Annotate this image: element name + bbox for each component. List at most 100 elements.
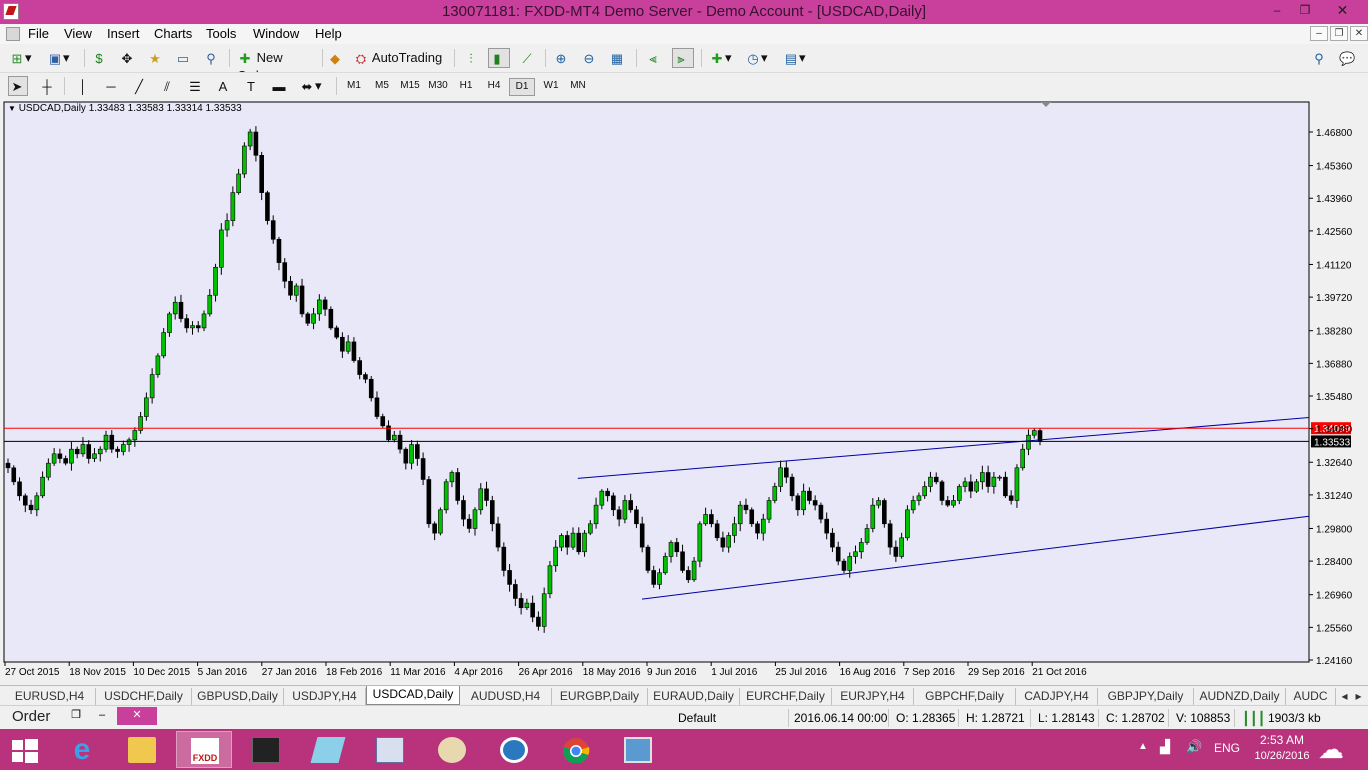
candle-body[interactable] (282, 262, 288, 282)
candle-body[interactable] (201, 313, 207, 329)
candle-body[interactable] (1014, 467, 1020, 501)
tester-button[interactable]: ⚲ (202, 48, 222, 68)
candle-body[interactable] (668, 542, 674, 557)
candle-body[interactable] (910, 500, 916, 511)
candle-body[interactable] (968, 481, 974, 492)
candle-body[interactable] (380, 416, 386, 427)
candle-body[interactable] (755, 523, 760, 534)
zoom-in-button[interactable]: ⊕ (552, 48, 572, 68)
timeframe-mn[interactable]: MN (565, 78, 591, 96)
candle-body[interactable] (403, 448, 409, 464)
candle-body[interactable] (334, 327, 339, 338)
candle-body[interactable] (253, 131, 259, 156)
candle-body[interactable] (409, 444, 414, 464)
candle-body[interactable] (247, 131, 253, 147)
taskbar-calculator[interactable] (362, 731, 418, 768)
candle-body[interactable] (657, 572, 662, 585)
channel-button[interactable]: ⫽ (158, 76, 178, 96)
price-chart[interactable]: 1.340991.33533 1.468001.453601.439601.42… (0, 99, 1368, 685)
profiles-button[interactable]: ▣ ▾ (46, 48, 80, 68)
menu-insert[interactable]: Insert (107, 26, 140, 41)
chart-tab[interactable]: EURGBP,Daily (552, 688, 648, 705)
candle-body[interactable] (628, 500, 633, 511)
candle-body[interactable] (230, 192, 236, 221)
taskbar-paint[interactable] (300, 731, 356, 768)
candle-body[interactable] (709, 514, 714, 525)
chart-tab[interactable]: GBPCHF,Daily (914, 688, 1016, 705)
chart-window[interactable]: 1.34099 1.33533 1.46800 1.45360 1.43960 1.42… (0, 99, 1368, 685)
candle-body[interactable] (63, 458, 68, 464)
candle-body[interactable] (167, 313, 172, 333)
timeframe-m5[interactable]: M5 (369, 78, 395, 96)
candle-body[interactable] (34, 495, 40, 511)
candle-body[interactable] (732, 523, 737, 536)
trendline-button[interactable]: ╱ (130, 76, 150, 96)
candle-body[interactable] (495, 523, 501, 548)
candle-body[interactable] (455, 472, 460, 501)
menu-tools[interactable]: Tools (206, 26, 236, 41)
candle-body[interactable] (887, 523, 893, 548)
text-button[interactable]: A (214, 76, 234, 96)
candle-body[interactable] (507, 570, 512, 585)
templates-button[interactable]: ▤ ▾ (782, 48, 816, 68)
candle-body[interactable] (224, 220, 230, 231)
candle-body[interactable] (311, 313, 316, 324)
candle-body[interactable] (242, 145, 247, 175)
candle-body[interactable] (939, 481, 945, 501)
taskbar-chrome[interactable] (548, 731, 604, 768)
candle-body[interactable] (178, 301, 184, 319)
order-panel-minimize-button[interactable]: ‒ (90, 707, 114, 725)
candle-body[interactable] (438, 509, 443, 534)
candle-body[interactable] (605, 490, 610, 497)
candle-body[interactable] (784, 467, 789, 478)
candle-body[interactable] (974, 481, 979, 492)
text-label-button[interactable]: T (242, 76, 262, 96)
search-button[interactable]: ⚲ (1310, 48, 1328, 68)
candle-body[interactable] (956, 486, 962, 501)
candle-body[interactable] (570, 532, 576, 548)
new-chart-button[interactable]: ⊞ ▾ (8, 48, 46, 68)
taskbar-media[interactable] (486, 731, 542, 768)
candle-body[interactable] (582, 532, 587, 553)
candle-body[interactable] (662, 556, 668, 574)
candle-body[interactable] (536, 616, 541, 627)
candle-body[interactable] (835, 546, 841, 562)
candle-body[interactable] (28, 504, 34, 511)
candle-body[interactable] (985, 472, 991, 487)
chart-tab[interactable]: AUDNZD,Daily (1194, 688, 1286, 705)
candle-body[interactable] (905, 509, 910, 539)
candle-body[interactable] (40, 476, 45, 497)
candle-body[interactable] (726, 535, 731, 548)
candle-body[interactable] (524, 602, 530, 609)
candle-body[interactable] (219, 229, 224, 268)
candle-body[interactable] (484, 488, 489, 501)
candle-body[interactable] (997, 476, 1002, 479)
candle-body[interactable] (616, 509, 622, 520)
candle-body[interactable] (933, 476, 939, 483)
candle-body[interactable] (513, 584, 518, 599)
candle-body[interactable] (611, 495, 616, 511)
chart-window-icon[interactable] (6, 27, 20, 41)
candle-body[interactable] (109, 434, 115, 450)
candle-body[interactable] (415, 444, 420, 459)
periods-button[interactable]: ◷ ▾ (744, 48, 778, 68)
timeframe-h4[interactable]: H4 (481, 78, 507, 96)
start-button[interactable] (0, 731, 52, 768)
candle-body[interactable] (882, 500, 887, 525)
candle-body[interactable] (841, 560, 847, 571)
candle-body[interactable] (945, 500, 951, 506)
taskbar-explorer[interactable] (114, 731, 170, 768)
child-close-button[interactable]: ✕ (1350, 26, 1368, 41)
candle-body[interactable] (864, 528, 870, 543)
candle-body[interactable] (622, 500, 628, 520)
candle-body[interactable] (951, 500, 956, 506)
zoom-out-button[interactable]: ⊖ (580, 48, 600, 68)
candle-body[interactable] (547, 565, 553, 595)
candle-body[interactable] (899, 537, 904, 557)
chart-shift-button[interactable]: ⫸ (672, 48, 694, 68)
candle-body[interactable] (1031, 430, 1037, 436)
order-panel-close-button[interactable]: ✕ (117, 707, 157, 725)
candle-body[interactable] (397, 434, 403, 450)
chat-button[interactable]: 💬 (1338, 48, 1360, 68)
candle-body[interactable] (11, 467, 17, 483)
